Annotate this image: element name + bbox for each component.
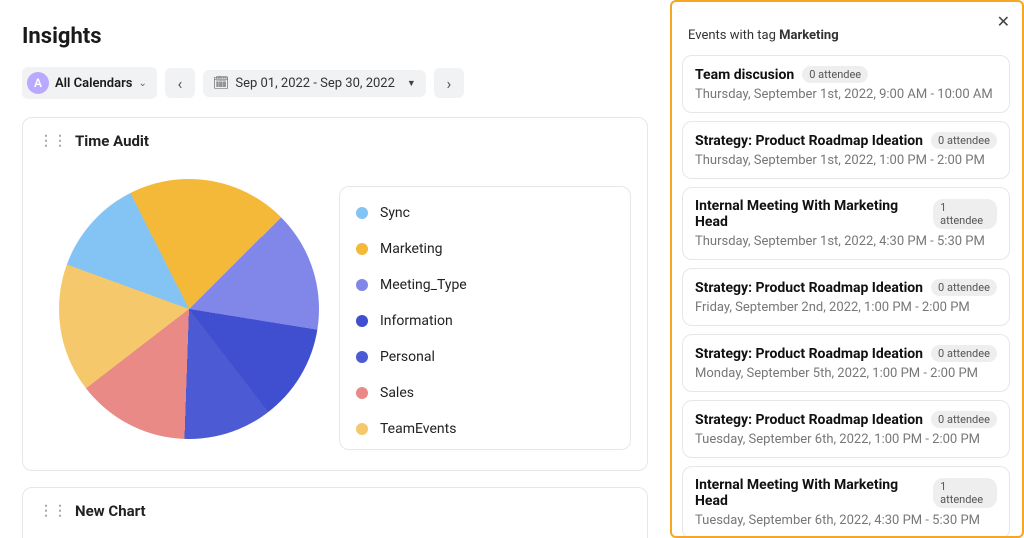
event-time: Tuesday, September 6th, 2022, 4:30 PM - … [695,513,997,528]
event-name: Team discusion [695,67,794,83]
legend-label: Marketing [380,241,443,257]
next-button[interactable]: › [434,68,464,98]
legend-label: Personal [380,349,435,365]
prev-button[interactable]: ‹ [165,68,195,98]
legend-label: Sales [380,385,414,401]
event-time: Thursday, September 1st, 2022, 4:30 PM -… [695,234,997,249]
event-card[interactable]: Team discusion 0 attendee Thursday, Septem… [682,55,1010,113]
page-title: Insights [22,24,648,49]
event-card[interactable]: Strategy: Product Roadmap Ideation 0 atte… [682,400,1010,458]
event-name: Strategy: Product Roadmap Ideation [695,346,923,362]
legend-swatch [356,207,368,219]
card-header: ⋮⋮ New Chart [39,502,631,520]
attendee-badge: 0 attendee [931,411,997,428]
legend-swatch [356,423,368,435]
chevron-right-icon: › [446,74,451,93]
event-head: Strategy: Product Roadmap Ideation 0 atte… [695,132,997,149]
legend-swatch [356,279,368,291]
event-name: Internal Meeting With Marketing Head [695,198,925,230]
event-head: Internal Meeting With Marketing Head 1 at… [695,477,997,509]
calendar-icon: 🗓 [213,76,230,91]
legend-label: Information [380,313,453,329]
event-card[interactable]: Strategy: Product Roadmap Ideation 0 atte… [682,121,1010,179]
attendee-badge: 1 attendee [933,478,997,508]
main-area: Insights A All Calendars ⌄ ‹ 🗓 Sep 01, 2… [0,0,670,538]
event-list[interactable]: Team discusion 0 attendee Thursday, Septem… [682,55,1012,538]
panel-title-prefix: Events with tag [688,28,779,43]
close-button[interactable]: ✕ [997,12,1010,31]
legend-item[interactable]: Sync [354,195,616,231]
chevron-left-icon: ‹ [177,74,182,93]
drag-handle-icon[interactable]: ⋮⋮ [39,503,67,519]
legend-label: Sync [380,205,410,221]
event-time: Friday, September 2nd, 2022, 1:00 PM - 2… [695,300,997,315]
event-card[interactable]: Strategy: Product Roadmap Ideation 0 atte… [682,268,1010,326]
legend-swatch [356,387,368,399]
attendee-badge: 0 attendee [802,66,868,83]
date-range-picker[interactable]: 🗓 Sep 01, 2022 - Sep 30, 2022 ▼ [203,70,426,97]
chart-legend: Sync Marketing Meeting_Type Information Pers… [339,186,631,450]
panel-title: Events with tag Marketing [682,12,1012,55]
event-card[interactable]: Strategy: Product Roadmap Ideation 0 atte… [682,334,1010,392]
event-head: Team discusion 0 attendee [695,66,997,83]
legend-label: Meeting_Type [380,277,467,293]
event-card[interactable]: Internal Meeting With Marketing Head 1 at… [682,187,1010,260]
events-side-panel: ✕ Events with tag Marketing Team discusi… [670,0,1024,538]
close-icon: ✕ [997,12,1010,31]
attendee-badge: 0 attendee [931,132,997,149]
legend-swatch [356,351,368,363]
date-range-label: Sep 01, 2022 - Sep 30, 2022 [235,76,395,91]
card-title: Time Audit [75,132,149,150]
chart-body: Sync Marketing Meeting_Type Information Pers… [39,160,631,450]
legend-item[interactable]: Meeting_Type [354,267,616,303]
event-name: Strategy: Product Roadmap Ideation [695,412,923,428]
event-name: Strategy: Product Roadmap Ideation [695,280,923,296]
caret-down-icon: ▼ [407,78,416,89]
card-title: New Chart [75,502,146,520]
card-header: ⋮⋮ Time Audit [39,132,631,150]
legend-item[interactable]: Sales [354,375,616,411]
event-head: Internal Meeting With Marketing Head 1 at… [695,198,997,230]
event-time: Thursday, September 1st, 2022, 1:00 PM -… [695,153,997,168]
chevron-down-icon: ⌄ [138,78,146,89]
attendee-badge: 0 attendee [931,279,997,296]
legend-label: TeamEvents [380,421,456,437]
event-name: Internal Meeting With Marketing Head [695,477,925,509]
calendars-label: All Calendars [55,76,132,91]
pie-chart[interactable] [59,179,319,439]
event-card[interactable]: Internal Meeting With Marketing Head 1 at… [682,466,1010,538]
event-name: Strategy: Product Roadmap Ideation [695,133,923,149]
event-time: Tuesday, September 6th, 2022, 1:00 PM - … [695,432,997,447]
panel-title-tag: Marketing [779,28,839,43]
event-head: Strategy: Product Roadmap Ideation 0 atte… [695,279,997,296]
attendee-badge: 0 attendee [931,345,997,362]
drag-handle-icon[interactable]: ⋮⋮ [39,133,67,149]
attendee-badge: 1 attendee [933,199,997,229]
legend-swatch [356,243,368,255]
event-time: Monday, September 5th, 2022, 1:00 PM - 2… [695,366,997,381]
event-head: Strategy: Product Roadmap Ideation 0 atte… [695,411,997,428]
toolbar: A All Calendars ⌄ ‹ 🗓 Sep 01, 2022 - Sep… [22,67,648,99]
calendars-dropdown[interactable]: A All Calendars ⌄ [22,67,157,99]
event-time: Thursday, September 1st, 2022, 9:00 AM -… [695,87,997,102]
avatar: A [27,72,49,94]
legend-item[interactable]: Information [354,303,616,339]
legend-item[interactable]: Personal [354,339,616,375]
pie-chart-wrap [39,168,339,450]
new-chart-card: ⋮⋮ New Chart [22,487,648,538]
legend-item[interactable]: Marketing [354,231,616,267]
event-head: Strategy: Product Roadmap Ideation 0 atte… [695,345,997,362]
legend-item[interactable]: TeamEvents [354,411,616,447]
time-audit-card: ⋮⋮ Time Audit Sync Marketing Meeting_Type I… [22,117,648,471]
legend-swatch [356,315,368,327]
